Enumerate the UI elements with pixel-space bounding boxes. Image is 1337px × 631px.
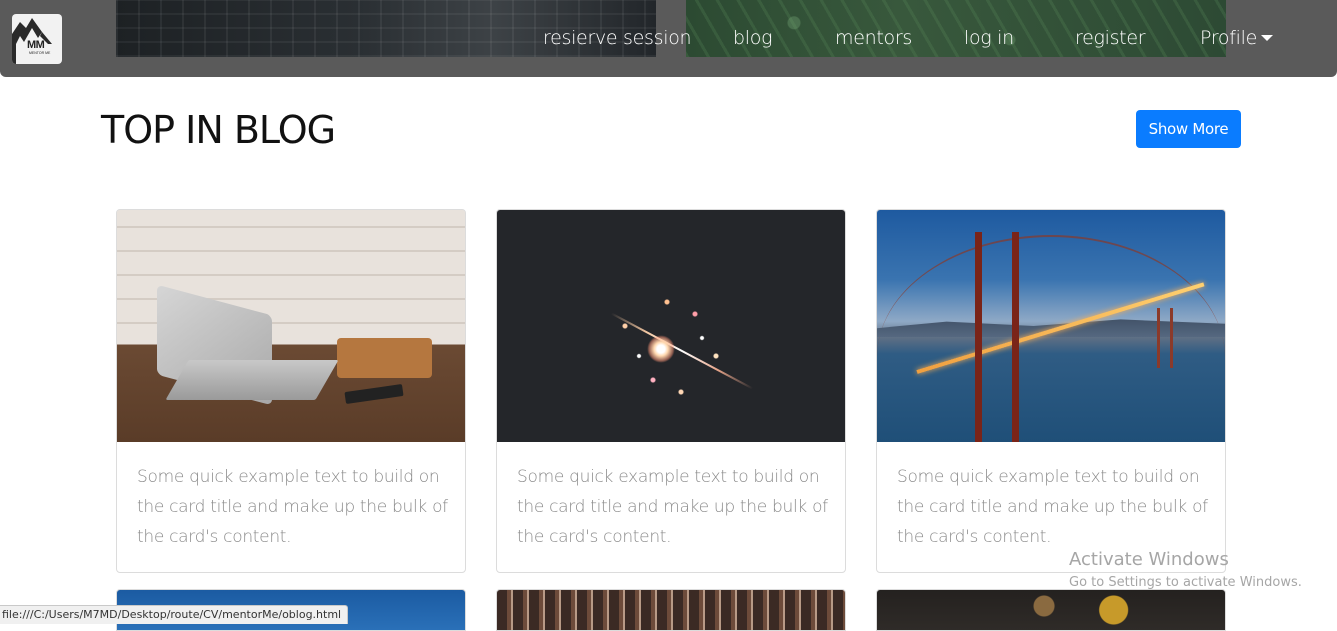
logo-text: MM [27, 39, 45, 51]
blog-card[interactable]: Some quick example text to build on the … [496, 209, 846, 573]
logo[interactable]: MM MENTOR ME [12, 14, 62, 64]
logo-subtext: MENTOR ME [29, 51, 51, 55]
blog-card-image-partial[interactable] [876, 589, 1226, 631]
navbar: MM MENTOR ME resierve session blog mento… [0, 0, 1337, 77]
show-more-button[interactable]: Show More [1136, 110, 1241, 148]
page-title: TOP IN BLOG [101, 108, 336, 152]
card-text: Some quick example text to build on the … [897, 467, 1208, 547]
nav-dropdown-profile[interactable]: Profile [1200, 27, 1257, 49]
browser-status-url: file:///C:/Users/M7MD/Desktop/route/CV/m… [0, 605, 349, 624]
card-image-bridge [877, 210, 1225, 442]
activate-windows-title: Activate Windows [1069, 549, 1229, 570]
card-text: Some quick example text to build on the … [137, 467, 448, 547]
nav-link-log-in[interactable]: log in [964, 27, 1014, 49]
blog-card-image-partial[interactable] [496, 589, 846, 631]
card-image-laptop [117, 210, 465, 442]
caret-down-icon[interactable] [1261, 35, 1273, 41]
nav-link-register[interactable]: register [1075, 27, 1146, 49]
nav-link-blog[interactable]: blog [733, 27, 772, 49]
activate-windows-subtitle: Go to Settings to activate Windows. [1069, 575, 1302, 590]
blog-card[interactable]: Some quick example text to build on the … [876, 209, 1226, 573]
nav-link-mentors[interactable]: mentors [835, 27, 912, 49]
card-text: Some quick example text to build on the … [517, 467, 828, 547]
blog-card[interactable]: Some quick example text to build on the … [116, 209, 466, 573]
card-image-sparkler [497, 210, 845, 442]
nav-link-reserve-session[interactable]: resierve session [543, 27, 692, 49]
